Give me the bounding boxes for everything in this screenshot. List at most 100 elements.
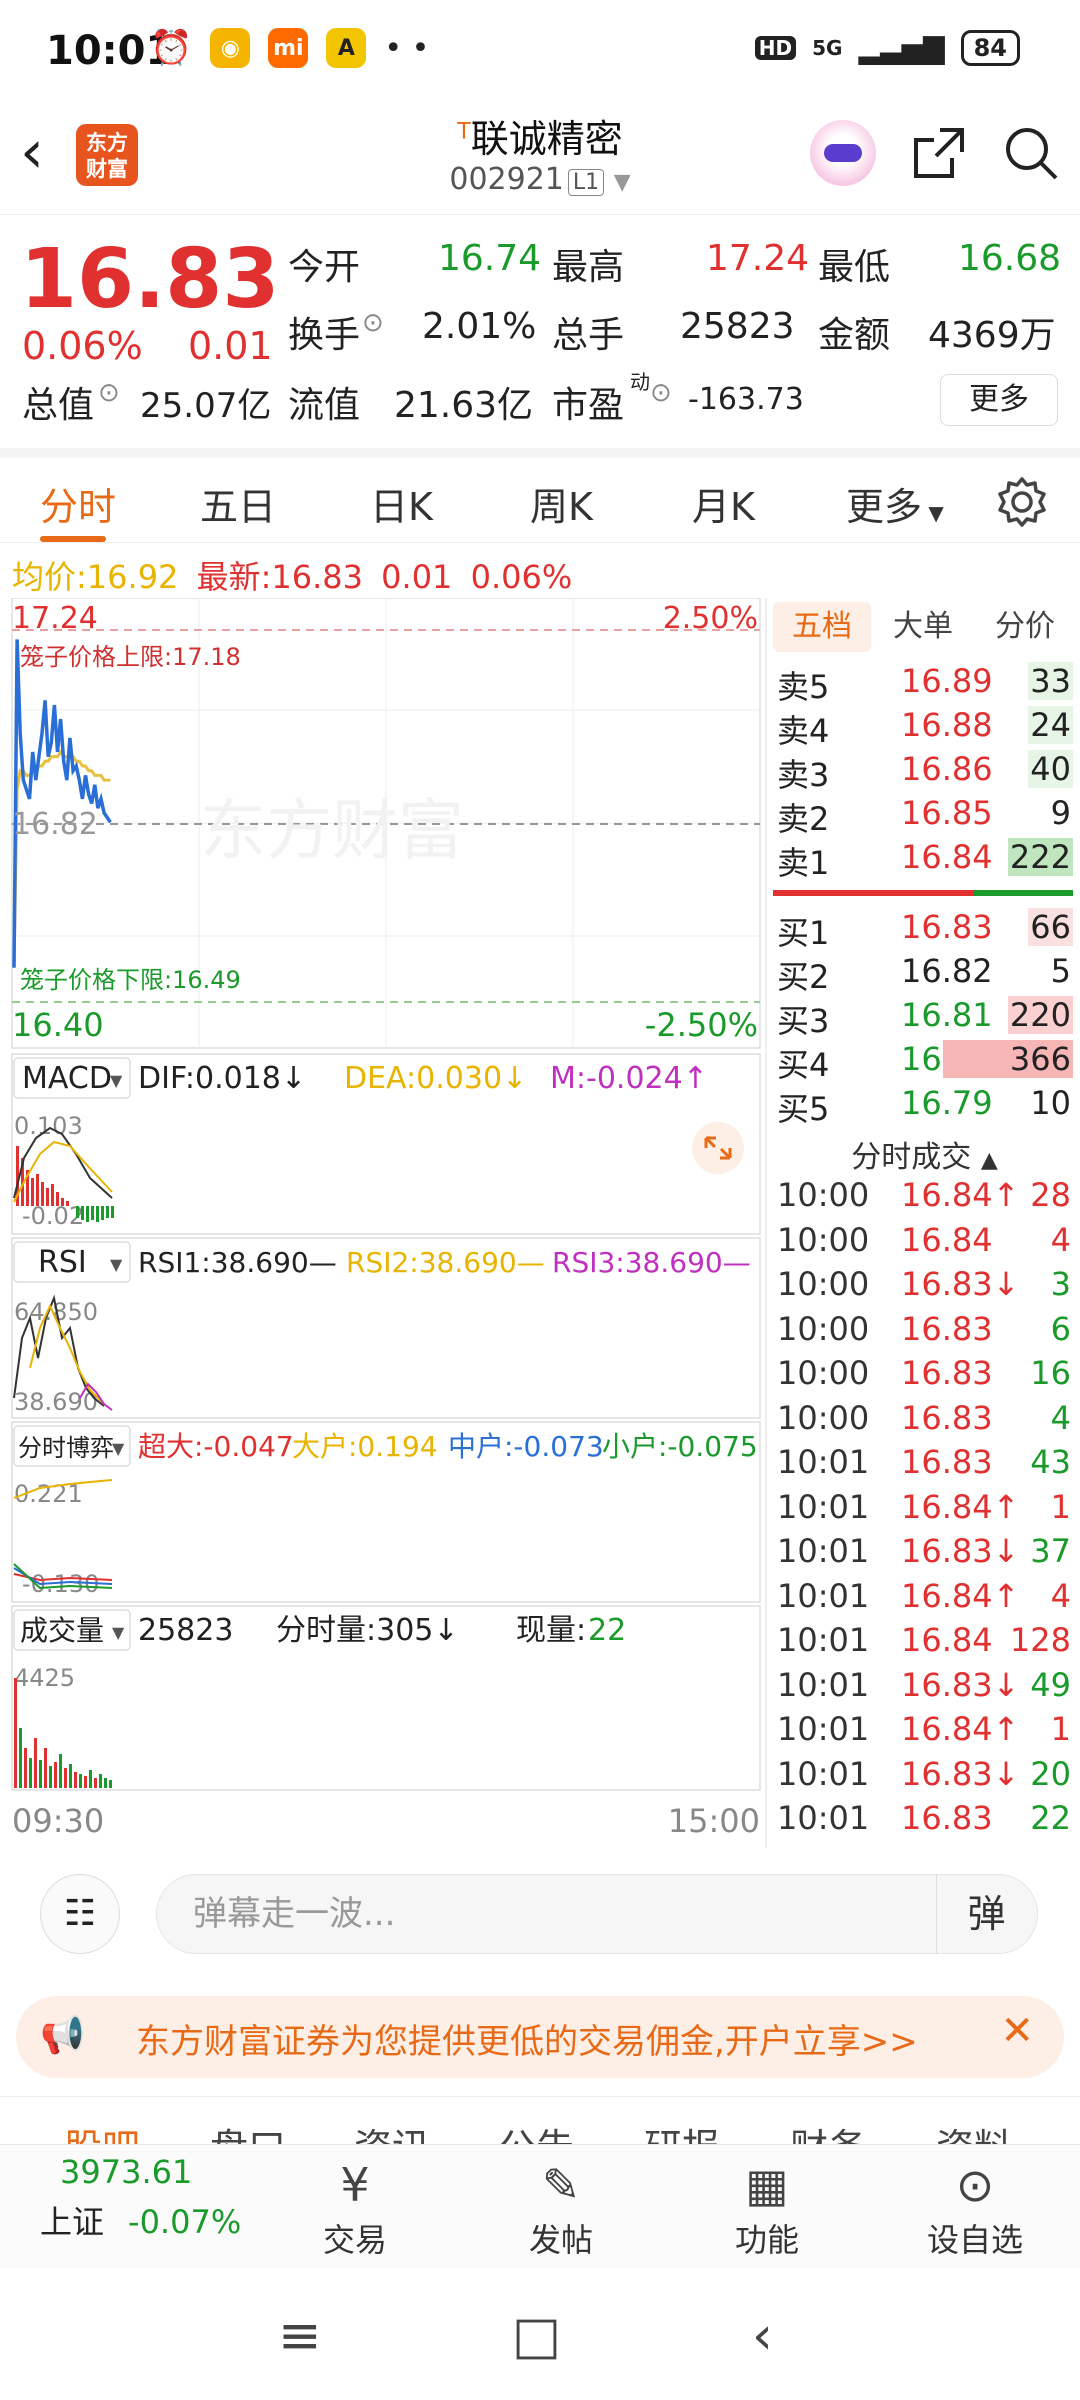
trade-volume: 4 [1050,1220,1071,1259]
network-label: 5G [812,36,843,60]
bid-row[interactable]: 买5 16.79 10 [773,1084,1073,1128]
comment-settings-icon[interactable]: ☷ [40,1874,120,1954]
trade-time: 10:01 [777,1754,870,1793]
tab-monthly-k[interactable]: 月K [692,476,755,531]
trade-price: 16.84↑ [901,1710,1020,1748]
trade-price: 16.84 [901,1621,993,1659]
high-label: 最高 [552,247,625,288]
volume-bars [14,1678,112,1788]
trade-time: 10:00 [777,1265,870,1303]
tab-pankou[interactable]: 盘口 [210,2117,286,2144]
tab-5day[interactable]: 五日 [200,476,276,531]
assistant-robot-icon[interactable] [810,120,876,186]
index-widget[interactable]: 3973.61 上证 -0.07% [40,2153,241,2243]
tab-big-orders[interactable]: 大单 [893,602,953,652]
volume-now-label: 现量: [516,1613,586,1648]
trade-volume: 43 [1030,1443,1071,1481]
nav-functions[interactable]: ▦ 功能 [702,2155,832,2261]
stock-header: ‹ 东方 财富 T联诚精密 002921 L1 ▼ [0,100,1080,215]
rsi-selector[interactable]: RSI [38,1245,87,1280]
game-bottom-label: -0.130 [22,1570,99,1598]
bid-row[interactable]: 买1 16.83 66 [773,908,1073,952]
tab-five-levels[interactable]: 五档 [773,602,871,652]
promo-banner[interactable]: 📢 东方财富证券为您提供更低的交易佣金,开户立享>> ✕ [16,1996,1064,2078]
index-pct: -0.07% [128,2203,242,2241]
tab-announcements[interactable]: 公告 [498,2117,574,2144]
trade-time: 10:00 [777,1220,870,1259]
trade-time: 10:01 [777,1443,870,1481]
trades-title[interactable]: 分时成交 ▲ [767,1132,1080,1176]
float-value: 21.63亿 [394,385,534,426]
tab-guba[interactable]: 股吧 [64,2117,140,2144]
trade-row: 10:01 16.84↑ 4 [773,1577,1073,1621]
trade-row: 10:01 16.84 128 [773,1621,1073,1665]
info-icon[interactable]: ⊙ [98,378,120,408]
bid-row[interactable]: 买2 16.82 5 [773,952,1073,996]
trade-volume: 4 [1050,1398,1071,1437]
info-icon[interactable]: ⊙ [362,308,384,338]
trade-price: 16.84 [901,1220,993,1259]
info-icon[interactable]: ⊙ [650,378,672,408]
ask-volume: 40 [1028,750,1073,788]
ask-row[interactable]: 卖1 16.84 222 [773,838,1073,882]
ask-price: 16.88 [901,706,993,744]
trade-time: 10:00 [777,1176,870,1214]
bid-row[interactable]: 买416.80366 [773,1040,1073,1084]
nav-post[interactable]: ✎ 发帖 [496,2155,626,2261]
intraday-chart-area[interactable]: 东方财富 17.24 2.50% 笼子价格上限:17.18 16.82 笼子价格… [0,598,765,1848]
share-icon[interactable] [910,124,968,182]
time-end-label: 15:00 [668,1802,760,1840]
danmu-toggle-button[interactable]: 弹 [936,1874,1036,1954]
volume-now: 22 [588,1613,626,1648]
ask-label: 卖3 [777,756,830,794]
caret-down-icon: ▼ [922,501,944,525]
trade-volume: 28 [1030,1176,1071,1214]
ask-row[interactable]: 卖5 16.89 33 [773,662,1073,706]
settings-gear-icon[interactable] [996,476,1048,528]
high-value: 17.24 [706,238,810,279]
intraday-chart[interactable]: 东方财富 17.24 2.50% 笼子价格上限:17.18 16.82 笼子价格… [0,598,765,1848]
macd-selector[interactable]: MACD [22,1061,112,1096]
home-icon[interactable]: □ [512,2306,561,2366]
promo-text[interactable]: 东方财富证券为您提供更低的交易佣金,开户立享>> [136,2014,918,2063]
price-line-series [12,639,112,968]
quote-panel: 16.83 0.06% 0.01 今开 16.74 最高 17.24 最低 16… [0,216,1080,446]
volume-selector[interactable]: 成交量 [20,1614,104,1647]
search-icon[interactable] [1002,124,1060,182]
tab-finance[interactable]: 财务 [790,2117,866,2144]
sell-ratio-bar [773,890,973,896]
tab-intraday[interactable]: 分时 [40,476,116,531]
change-pct: 0.06% [22,324,143,368]
mid-price-label: 16.82 [12,807,98,842]
nav-add-watchlist[interactable]: ⊙ 设自选 [910,2155,1040,2261]
trade-volume: 3 [1050,1265,1071,1303]
close-icon[interactable]: ✕ [1000,2008,1034,2054]
game-selector[interactable]: 分时博弈 [18,1434,114,1462]
bid-row[interactable]: 买3 16.81 220 [773,996,1073,1040]
tab-research[interactable]: 研报 [644,2117,720,2144]
open-value: 16.74 [438,238,542,279]
tab-weekly-k[interactable]: 周K [530,476,593,531]
tab-news[interactable]: 资讯 [354,2117,430,2144]
volume-top-label: 4425 [14,1664,75,1692]
back-nav-icon[interactable]: ‹ [752,2306,773,2366]
ask-row[interactable]: 卖3 16.86 40 [773,750,1073,794]
tab-profile[interactable]: 资料 [936,2117,1012,2144]
danmu-input[interactable]: 弹幕走一波... [156,1874,1038,1954]
trade-price: 16.83 [901,1354,993,1392]
menu-icon[interactable]: ≡ [278,2306,322,2366]
change-amount: 0.01 [188,324,273,368]
trade-time: 10:00 [777,1309,870,1348]
ask-label: 卖4 [777,712,830,750]
ask-row[interactable]: 卖2 16.85 9 [773,794,1073,838]
ask-volume: 9 [1048,794,1073,832]
tab-price-distribution[interactable]: 分价 [995,602,1055,652]
ask-row[interactable]: 卖4 16.88 24 [773,706,1073,750]
more-quote-button[interactable]: 更多 [940,374,1058,426]
tab-daily-k[interactable]: 日K [370,476,433,531]
tab-more[interactable]: 更多 ▼ [846,476,944,531]
trade-time: 10:00 [777,1354,870,1392]
nav-trade[interactable]: ¥ 交易 [290,2155,420,2261]
ask-volume: 222 [1007,838,1073,876]
game-small: 小户:-0.075 [602,1430,758,1463]
